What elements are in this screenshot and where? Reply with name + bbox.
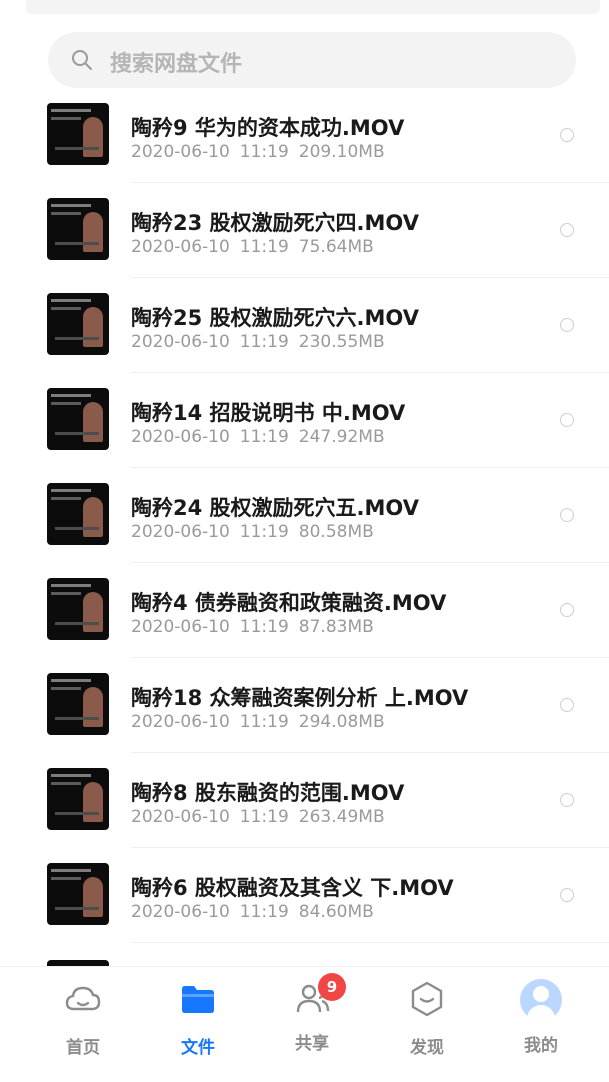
file-row[interactable]: 陶矜9 华为的资本成功.MOV 2020-06-10 11:19 209.10MB: [0, 88, 609, 183]
file-name: 陶矜24 股权激励死穴五.MOV: [131, 496, 419, 520]
file-meta: 2020-06-10 11:19 209.10MB: [131, 142, 395, 162]
file-row[interactable]: 陶矜14 招股说明书 中.MOV 2020-06-10 11:19 247.92MB: [0, 373, 609, 468]
file-meta: 2020-06-10 11:19 294.08MB: [131, 712, 395, 732]
cloud-icon: [65, 986, 101, 1011]
tab-me-label: 我的: [524, 1036, 558, 1056]
file-time: 11:19: [239, 712, 289, 732]
file-row[interactable]: 陶矜18 众筹融资案例分析 上.MOV 2020-06-10 11:19 294.08…: [0, 658, 609, 753]
video-thumbnail: [47, 863, 109, 925]
tab-files-label: 文件: [181, 1038, 215, 1058]
select-radio[interactable]: [560, 413, 574, 427]
file-size: 230.55MB: [298, 332, 385, 352]
file-date: 2020-06-10: [131, 427, 230, 447]
select-radio[interactable]: [560, 508, 574, 522]
file-row[interactable]: 陶矜23 股权激励死穴四.MOV 2020-06-10 11:19 75.64MB: [0, 183, 609, 278]
tab-share[interactable]: 9 共享: [272, 973, 352, 1054]
file-size: 247.92MB: [298, 427, 385, 447]
search-placeholder: 搜索网盘文件: [110, 52, 243, 77]
file-name: 陶矜23 股权激励死穴四.MOV: [131, 211, 419, 235]
file-date: 2020-06-10: [131, 617, 230, 637]
file-row[interactable]: 陶矜8 股东融资的范围.MOV 2020-06-10 11:19 263.49MB: [0, 753, 609, 848]
file-meta: 2020-06-10 11:19 87.83MB: [131, 617, 384, 637]
video-thumbnail: [47, 578, 109, 640]
file-meta: 2020-06-10 11:19 230.55MB: [131, 332, 395, 352]
file-size: 87.83MB: [298, 617, 374, 637]
video-thumbnail: [47, 198, 109, 260]
video-thumbnail: [47, 388, 109, 450]
file-date: 2020-06-10: [131, 237, 230, 257]
select-radio[interactable]: [560, 223, 574, 237]
discover-icon: [411, 981, 443, 1017]
tab-home[interactable]: 首页: [43, 979, 123, 1058]
search-icon: [72, 50, 92, 70]
file-name: 陶矜25 股权激励死穴六.MOV: [131, 306, 419, 330]
select-radio[interactable]: [560, 603, 574, 617]
file-time: 11:19: [239, 522, 289, 542]
file-meta: 2020-06-10 11:19 80.58MB: [131, 522, 384, 542]
file-name: 陶矜6 股权融资及其含义 下.MOV: [131, 876, 454, 900]
row-divider: [131, 942, 609, 943]
file-date: 2020-06-10: [131, 902, 230, 922]
file-time: 11:19: [239, 617, 289, 637]
file-meta: 2020-06-10 11:19 247.92MB: [131, 427, 395, 447]
file-size: 209.10MB: [298, 142, 385, 162]
video-thumbnail: [47, 483, 109, 545]
file-date: 2020-06-10: [131, 142, 230, 162]
video-thumbnail: [47, 103, 109, 165]
tab-share-label: 共享: [295, 1034, 329, 1054]
file-date: 2020-06-10: [131, 522, 230, 542]
file-list: 陶矜9 华为的资本成功.MOV 2020-06-10 11:19 209.10MB 陶矜…: [0, 88, 609, 943]
file-date: 2020-06-10: [131, 712, 230, 732]
tab-me[interactable]: 我的: [501, 979, 581, 1056]
file-name: 陶矜18 众筹融资案例分析 上.MOV: [131, 686, 469, 710]
avatar-icon: [520, 979, 562, 1021]
tab-files[interactable]: 文件: [158, 979, 238, 1058]
file-meta: 2020-06-10 11:19 263.49MB: [131, 807, 395, 827]
tab-discover-label: 发现: [410, 1038, 444, 1058]
file-time: 11:19: [239, 427, 289, 447]
file-size: 84.60MB: [298, 902, 374, 922]
file-size: 263.49MB: [298, 807, 385, 827]
file-date: 2020-06-10: [131, 332, 230, 352]
select-radio[interactable]: [560, 128, 574, 142]
tab-discover[interactable]: 发现: [387, 979, 467, 1058]
file-size: 294.08MB: [298, 712, 385, 732]
file-size: 80.58MB: [298, 522, 374, 542]
video-thumbnail: [47, 768, 109, 830]
file-size: 75.64MB: [298, 237, 374, 257]
tab-home-label: 首页: [66, 1038, 100, 1058]
file-row[interactable]: 陶矜6 股权融资及其含义 下.MOV 2020-06-10 11:19 84.60MB: [0, 848, 609, 943]
video-thumbnail: [47, 673, 109, 735]
video-thumbnail: [47, 293, 109, 355]
file-time: 11:19: [239, 237, 289, 257]
file-time: 11:19: [239, 332, 289, 352]
file-row[interactable]: 陶矜4 债券融资和政策融资.MOV 2020-06-10 11:19 87.83MB: [0, 563, 609, 658]
file-time: 11:19: [239, 807, 289, 827]
share-icon-wrap: 9: [292, 973, 346, 1019]
select-radio[interactable]: [560, 698, 574, 712]
tab-bar: 首页 文件 9 共享 发现 我的: [0, 966, 609, 1082]
search-bar[interactable]: 搜索网盘文件: [48, 32, 576, 88]
file-meta: 2020-06-10 11:19 75.64MB: [131, 237, 384, 257]
file-time: 11:19: [239, 142, 289, 162]
file-name: 陶矜14 招股说明书 中.MOV: [131, 401, 406, 425]
file-time: 11:19: [239, 902, 289, 922]
select-radio[interactable]: [560, 888, 574, 902]
top-bar: [26, 0, 600, 14]
folder-icon: [182, 986, 214, 1013]
select-radio[interactable]: [560, 793, 574, 807]
file-name: 陶矜9 华为的资本成功.MOV: [131, 116, 405, 140]
select-radio[interactable]: [560, 318, 574, 332]
file-row[interactable]: 陶矜24 股权激励死穴五.MOV 2020-06-10 11:19 80.58MB: [0, 468, 609, 563]
file-name: 陶矜4 债券融资和政策融资.MOV: [131, 591, 447, 615]
file-meta: 2020-06-10 11:19 84.60MB: [131, 902, 384, 922]
file-name: 陶矜8 股东融资的范围.MOV: [131, 781, 405, 805]
file-date: 2020-06-10: [131, 807, 230, 827]
share-badge: 9: [318, 973, 346, 1001]
file-row[interactable]: 陶矜25 股权激励死穴六.MOV 2020-06-10 11:19 230.55MB: [0, 278, 609, 373]
